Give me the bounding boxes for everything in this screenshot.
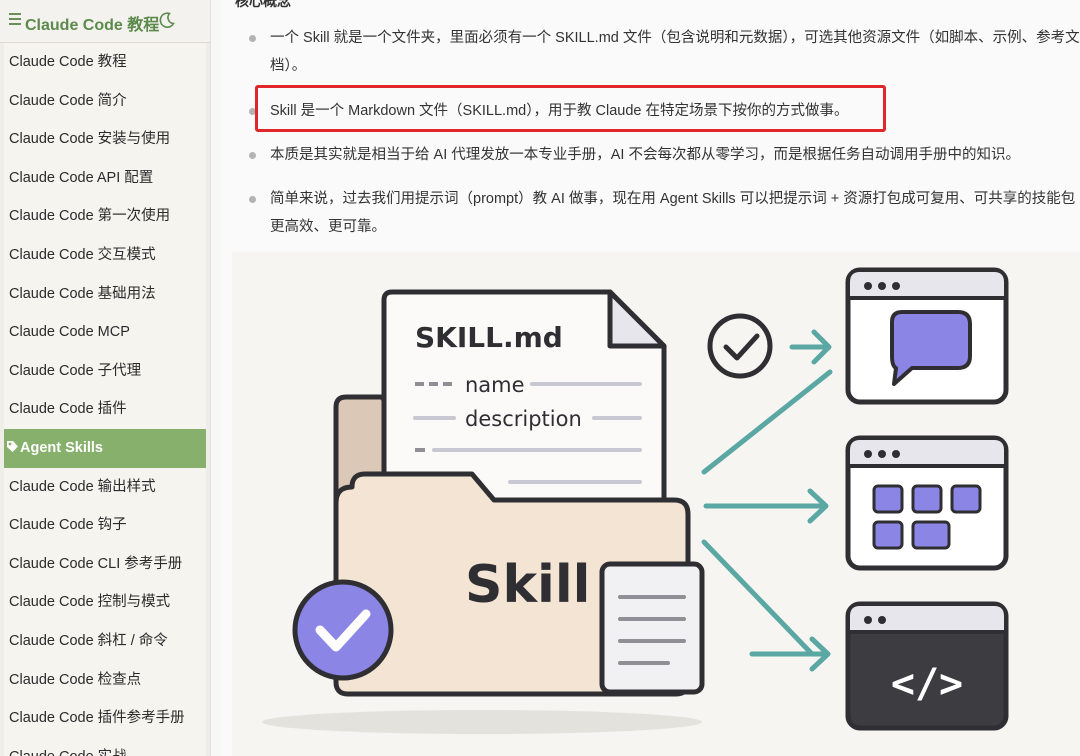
sidebar-item-label: Claude Code 斜杠 / 命令 [9, 632, 168, 649]
doc-title: SKILL.md [415, 321, 563, 354]
sidebar-header: Claude Code 教程 [0, 0, 210, 43]
sidebar-item[interactable]: Claude Code 安装与使用 [4, 120, 206, 159]
bullet-dot [249, 35, 256, 42]
sidebar-item[interactable]: Claude Code 第一次使用 [4, 197, 206, 236]
sidebar-item[interactable]: Claude Code 简介 [4, 82, 206, 121]
bullet-line: 一个 Skill 就是一个文件夹，里面必须有一个 SKILL.md 文件（包含说… [270, 30, 1080, 46]
list-item: 本质是其实就是相当于给 AI 代理发放一本专业手册，AI 不会每次都从零学习，而… [249, 141, 1020, 169]
sidebar-item-label: Claude Code 插件 [9, 401, 127, 418]
sidebar-item[interactable]: Agent Skills [4, 428, 206, 468]
sidebar-item[interactable]: Claude Code MCP [4, 313, 206, 352]
sidebar-item-label: Claude Code API 配置 [9, 169, 154, 186]
bullet-dot [249, 152, 256, 159]
sidebar-item[interactable]: Claude Code CLI 参考手册 [4, 545, 206, 584]
sidebar-item-label: Claude Code 插件参考手册 [9, 710, 185, 727]
sidebar-item-label: Claude Code 输出样式 [9, 478, 156, 495]
sidebar-item[interactable]: Claude Code 子代理 [4, 352, 206, 391]
sidebar-nav: Claude Code 教程 Claude Code 简介 Claude Code … [4, 43, 206, 756]
sidebar-title[interactable]: Claude Code 教程 [25, 11, 159, 35]
sidebar-item-label: Claude Code MCP [9, 324, 130, 341]
sidebar-item[interactable]: Claude Code 教程 [4, 43, 206, 82]
sidebar-item-label: Claude Code 控制与模式 [9, 594, 171, 611]
doc-field-name: name [465, 373, 525, 397]
code-symbol: </> [891, 661, 963, 707]
doc-field-description: description [465, 407, 582, 431]
sidebar-item-label: Claude Code 简介 [9, 92, 127, 109]
check-badge-icon [292, 579, 394, 681]
sidebar-item-label: Claude Code 钩子 [9, 517, 127, 534]
folder-label: Skill [465, 555, 591, 615]
sidebar-item-label: Agent Skills [20, 439, 103, 456]
sidebar-item[interactable]: Claude Code 基础用法 [4, 275, 206, 314]
sidebar-item-label: Claude Code 安装与使用 [9, 131, 171, 148]
grid-window-icon [845, 435, 1009, 571]
sidebar-item[interactable]: Claude Code 钩子 [4, 506, 206, 545]
menu-icon[interactable] [9, 13, 21, 25]
sidebar-item-label: Claude Code 交互模式 [9, 246, 156, 263]
sidebar-item[interactable]: Claude Code 实战 [4, 738, 206, 756]
sidebar-item-label: Claude Code 第一次使用 [9, 208, 171, 225]
sidebar-item-label: Claude Code 基础用法 [9, 285, 156, 302]
sidebar-item[interactable]: Claude Code 插件 [4, 390, 206, 429]
sidebar-item-label: Claude Code 实战 [9, 749, 127, 756]
sidebar-item[interactable]: Claude Code API 配置 [4, 159, 206, 198]
sidebar-item[interactable]: Claude Code 斜杠 / 命令 [4, 622, 206, 661]
tag-icon [7, 440, 18, 452]
sidebar-item[interactable]: Claude Code 检查点 [4, 661, 206, 700]
highlight-box [255, 85, 886, 132]
sidebar-item-label: Claude Code 检查点 [9, 671, 142, 688]
sidebar-item[interactable]: Claude Code 输出样式 [4, 468, 206, 507]
bullet-line: 更高效、更可靠。 [270, 219, 386, 235]
sidebar-item-label: Claude Code 子代理 [9, 362, 142, 379]
sidebar-item[interactable]: Claude Code 插件参考手册 [4, 699, 206, 738]
sidebar: Claude Code 教程 Claude Code 教程 Claude Code… [0, 0, 211, 756]
sidebar-item-label: Claude Code 教程 [9, 54, 127, 70]
sidebar-item-label: Claude Code CLI 参考手册 [9, 555, 183, 572]
bullet-line: 简单来说，过去我们用提示词（prompt）教 AI 做事，现在用 Agent S… [270, 191, 1076, 207]
file-icon [599, 561, 705, 695]
sidebar-item[interactable]: Claude Code 控制与模式 [4, 583, 206, 622]
list-item: 一个 Skill 就是一个文件夹，里面必须有一个 SKILL.md 文件（包含说… [249, 24, 1080, 80]
chat-window-icon [845, 267, 1009, 405]
code-window-icon: </> [845, 601, 1009, 731]
list-item: 简单来说，过去我们用提示词（prompt）教 AI 做事，现在用 Agent S… [249, 185, 1076, 241]
section-heading: 核心概念 [235, 0, 291, 9]
sidebar-item[interactable]: Claude Code 交互模式 [4, 236, 206, 275]
bullet-line: 本质是其实就是相当于给 AI 代理发放一本专业手册，AI 不会每次都从零学习，而… [270, 147, 1020, 163]
skill-illustration: SKILL.md name description Skill </> [232, 252, 1080, 756]
bullet-dot [249, 196, 256, 203]
bullet-line: 档）。 [270, 58, 307, 74]
moon-icon[interactable] [157, 10, 177, 30]
